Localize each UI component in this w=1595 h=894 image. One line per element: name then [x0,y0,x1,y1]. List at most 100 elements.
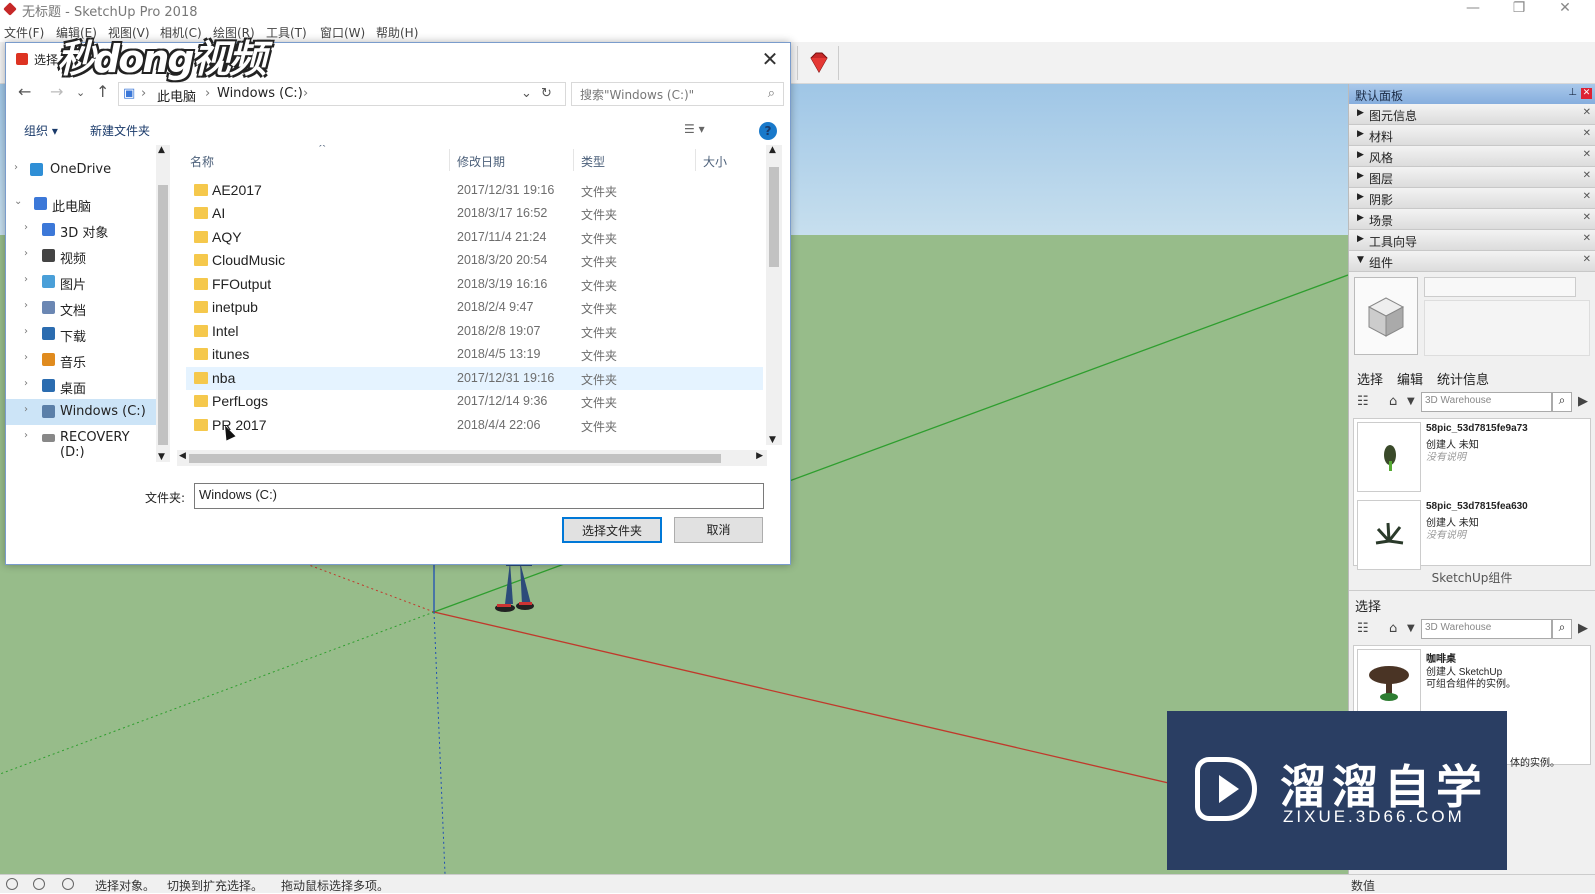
close-icon[interactable]: ✕ [1583,191,1591,202]
tree-scrollbar[interactable]: ▲ ▼ [156,145,170,462]
help-icon[interactable]: ? [759,122,777,140]
search-icon[interactable]: ⌕ [1552,619,1572,639]
view-options-icon[interactable]: ☷ [1357,621,1369,636]
tree-item-music[interactable]: › 音乐 [6,347,156,373]
tree-item-documents[interactable]: › 文档 [6,295,156,321]
tree-item-downloads[interactable]: › 下载 [6,321,156,347]
scrollbar-thumb[interactable] [158,185,168,445]
chevron-right-icon[interactable]: › [24,274,28,285]
close-icon[interactable]: ✕ [1583,107,1591,118]
minimize-button[interactable]: — [1450,0,1496,20]
tab-edit[interactable]: 编辑 [1397,369,1423,388]
tree-item-windows-c[interactable]: › Windows (C:) [6,399,156,425]
tree-item-desktop[interactable]: › 桌面 [6,373,156,399]
close-icon[interactable]: ✕ [1583,170,1591,181]
file-row[interactable]: AE2017 2017/12/31 19:16 文件夹 [186,179,763,202]
warehouse-search-input[interactable]: 3D Warehouse [1421,392,1552,412]
breadcrumb-windows-c[interactable]: Windows (C:) [217,86,303,101]
close-icon[interactable]: ✕ [1583,254,1591,265]
menu-file[interactable]: 文件(F) [4,24,44,41]
address-dropdown-icon[interactable]: ⌄ [521,86,532,101]
view-options-icon[interactable]: ☷ [1357,394,1369,409]
breadcrumb-this-pc[interactable]: 此电脑 [157,86,196,105]
scroll-down-icon[interactable]: ▼ [769,435,776,445]
tray-section-scenes[interactable]: ▶ 场景 ✕ [1349,209,1595,230]
navigation-dropdown-icon[interactable]: ▼ [1407,396,1415,407]
close-dialog-button[interactable]: ✕ [758,47,782,71]
file-row[interactable]: inetpub 2018/2/4 9:47 文件夹 [186,296,763,319]
details-arrow-icon[interactable]: ▶ [1578,394,1588,409]
refresh-icon[interactable]: ↻ [541,86,552,101]
details-arrow-icon[interactable]: ▶ [1578,621,1588,636]
list-item[interactable]: 58pic_53d7815fea630 创建人 未知 没有说明 [1354,497,1590,575]
tray-section-materials[interactable]: ▶ 材料 ✕ [1349,125,1595,146]
tree-item-recovery-d[interactable]: › RECOVERY (D:) [6,425,156,460]
list-item[interactable]: 58pic_53d7815fe9a73 创建人 未知 没有说明 [1354,419,1590,497]
tab-select[interactable]: 选择 [1357,369,1383,388]
chevron-right-icon[interactable]: › [24,430,28,441]
up-arrow-icon[interactable]: ↑ [96,82,109,101]
info-icon[interactable] [33,878,45,890]
close-icon[interactable]: ✕ [1583,233,1591,244]
chevron-right-icon[interactable]: › [24,404,28,415]
chevron-right-icon[interactable]: › [14,162,18,173]
tray-section-instructor[interactable]: ▶ 工具向导 ✕ [1349,230,1595,251]
scrollbar-thumb[interactable] [189,454,721,463]
home-icon[interactable]: ⌂ [1389,621,1397,636]
close-icon[interactable]: ✕ [1583,212,1591,223]
forward-arrow-icon[interactable]: → [50,82,63,101]
scrollbar-thumb[interactable] [769,167,779,267]
file-row[interactable]: Intel 2018/2/8 19:07 文件夹 [186,320,763,343]
tray-section-styles[interactable]: ▶ 风格 ✕ [1349,146,1595,167]
tree-item-onedrive[interactable]: › OneDrive [6,157,156,183]
search-input[interactable]: 搜索"Windows (C:)" ⌕ [571,82,784,106]
warehouse-search-input[interactable]: 3D Warehouse [1421,619,1552,639]
new-folder-button[interactable]: 新建文件夹 [90,122,150,139]
column-header-name[interactable]: 名称 [190,153,214,170]
scroll-left-icon[interactable]: ◀ [179,451,186,461]
chevron-right-icon[interactable]: › [24,248,28,259]
tray-section-layers[interactable]: ▶ 图层 ✕ [1349,167,1595,188]
restore-button[interactable]: ❐ [1496,0,1542,20]
file-row[interactable]: FFOutput 2018/3/19 16:16 文件夹 [186,273,763,296]
close-window-button[interactable]: ✕ [1542,0,1588,20]
tray-section-entity-info[interactable]: ▶ 图元信息 ✕ [1349,104,1595,125]
tray-section-components[interactable]: ▼ 组件 ✕ [1349,251,1595,272]
organize-button[interactable]: 组织 ▾ [24,122,58,139]
chevron-right-icon[interactable]: › [24,352,28,363]
tree-item-videos[interactable]: › 视频 [6,243,156,269]
menu-window[interactable]: 窗口(W) [320,24,365,41]
file-row[interactable]: AI 2018/3/17 16:52 文件夹 [186,202,763,225]
chevron-down-icon[interactable]: ⌄ [14,196,22,207]
column-separator[interactable] [695,149,696,171]
menu-help[interactable]: 帮助(H) [376,24,418,41]
column-header-size[interactable]: 大小 [703,153,727,170]
tree-item-3d-objects[interactable]: › 3D 对象 [6,217,156,243]
ruby-console-icon[interactable] [806,50,832,76]
file-row[interactable]: nba 2017/12/31 19:16 文件夹 [186,367,763,390]
chevron-right-icon[interactable]: › [24,378,28,389]
column-header-date[interactable]: 修改日期 [457,153,505,170]
tree-item-this-pc[interactable]: ⌄ 此电脑 [6,191,156,217]
close-icon[interactable]: ✕ [1583,128,1591,139]
scroll-up-icon[interactable]: ▲ [769,145,776,155]
column-separator[interactable] [449,149,450,171]
cancel-button[interactable]: 取消 [674,517,763,543]
file-row[interactable]: itunes 2018/4/5 13:19 文件夹 [186,343,763,366]
file-list-vertical-scrollbar[interactable]: ▲ ▼ [766,145,782,445]
scroll-down-icon[interactable]: ▼ [158,452,165,462]
file-row[interactable]: PerfLogs 2017/12/14 9:36 文件夹 [186,390,763,413]
tray-section-shadows[interactable]: ▶ 阴影 ✕ [1349,188,1595,209]
folder-name-input[interactable]: Windows (C:) [194,483,764,509]
close-tray-button[interactable]: ✕ [1581,88,1592,99]
column-header-type[interactable]: 类型 [581,153,605,170]
select-folder-button[interactable]: 选择文件夹 [562,517,662,543]
tree-item-pictures[interactable]: › 图片 [6,269,156,295]
column-separator[interactable] [573,149,574,171]
address-bar[interactable]: ▣ › 此电脑 › Windows (C:) › ⌄ ↻ [118,82,566,106]
user-icon[interactable] [62,878,74,890]
recent-locations-icon[interactable]: ⌄ [76,86,85,99]
chevron-right-icon[interactable]: › [24,300,28,311]
file-row[interactable]: AQY 2017/11/4 21:24 文件夹 [186,226,763,249]
component-name-field[interactable] [1424,277,1576,297]
